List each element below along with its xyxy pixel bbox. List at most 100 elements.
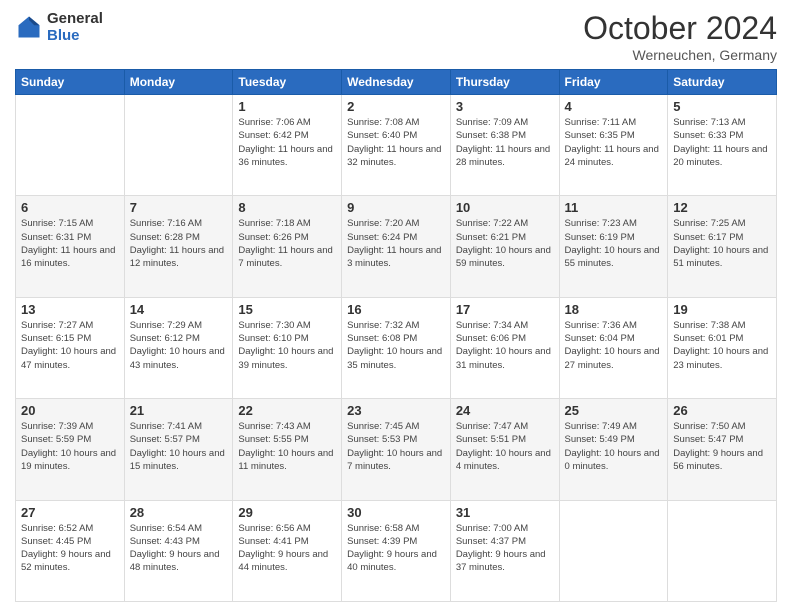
day-number-8: 8 [238, 200, 336, 215]
week-row-3: 20 Sunrise: 7:39 AM Sunset: 5:59 PM Dayli… [16, 399, 777, 500]
day-info-19: Sunrise: 7:38 AM Sunset: 6:01 PM Dayligh… [673, 319, 771, 372]
day-info-2: Sunrise: 7:08 AM Sunset: 6:40 PM Dayligh… [347, 116, 445, 169]
day-number-21: 21 [130, 403, 228, 418]
calendar-cell-w2d6: 19 Sunrise: 7:38 AM Sunset: 6:01 PM Dayli… [668, 297, 777, 398]
calendar-cell-w2d3: 16 Sunrise: 7:32 AM Sunset: 6:08 PM Dayli… [342, 297, 451, 398]
calendar-cell-w2d2: 15Sunrise: 7:30 AM Sunset: 6:10 PM Dayli… [233, 297, 342, 398]
week-row-2: 13 Sunrise: 7:27 AM Sunset: 6:15 PM Dayli… [16, 297, 777, 398]
calendar-cell-w3d0: 20 Sunrise: 7:39 AM Sunset: 5:59 PM Dayli… [16, 399, 125, 500]
calendar-cell-w0d3: 2 Sunrise: 7:08 AM Sunset: 6:40 PM Daylig… [342, 95, 451, 196]
header-wednesday: Wednesday [342, 70, 451, 95]
day-number-2: 2 [347, 99, 445, 114]
day-info-15: Sunrise: 7:30 AM Sunset: 6:10 PM Dayligh… [238, 319, 336, 372]
calendar-cell-w1d6: 12 Sunrise: 7:25 AM Sunset: 6:17 PM Dayli… [668, 196, 777, 297]
day-number-9: 9 [347, 200, 445, 215]
calendar-cell-w4d5 [559, 500, 668, 601]
calendar-cell-w1d0: 6 Sunrise: 7:15 AM Sunset: 6:31 PM Daylig… [16, 196, 125, 297]
day-number-27: 27 [21, 505, 119, 520]
day-info-6: Sunrise: 7:15 AM Sunset: 6:31 PM Dayligh… [21, 217, 119, 270]
day-number-12: 12 [673, 200, 771, 215]
day-info-30: Sunrise: 6:58 AM Sunset: 4:39 PM Dayligh… [347, 522, 445, 575]
day-info-3: Sunrise: 7:09 AM Sunset: 6:38 PM Dayligh… [456, 116, 554, 169]
day-number-23: 23 [347, 403, 445, 418]
day-number-22: 22 [238, 403, 336, 418]
day-number-16: 16 [347, 302, 445, 317]
day-info-23: Sunrise: 7:45 AM Sunset: 5:53 PM Dayligh… [347, 420, 445, 473]
day-number-11: 11 [565, 200, 663, 215]
week-row-1: 6 Sunrise: 7:15 AM Sunset: 6:31 PM Daylig… [16, 196, 777, 297]
month-title: October 2024 [583, 10, 777, 47]
day-info-4: Sunrise: 7:11 AM Sunset: 6:35 PM Dayligh… [565, 116, 663, 169]
day-info-12: Sunrise: 7:25 AM Sunset: 6:17 PM Dayligh… [673, 217, 771, 270]
day-info-1: Sunrise: 7:06 AM Sunset: 6:42 PM Dayligh… [238, 116, 336, 169]
calendar-cell-w0d1 [124, 95, 233, 196]
day-info-7: Sunrise: 7:16 AM Sunset: 6:28 PM Dayligh… [130, 217, 228, 270]
calendar-cell-w3d6: 26 Sunrise: 7:50 AM Sunset: 5:47 PM Dayli… [668, 399, 777, 500]
calendar-cell-w4d2: 29Sunrise: 6:56 AM Sunset: 4:41 PM Dayli… [233, 500, 342, 601]
day-number-6: 6 [21, 200, 119, 215]
header: General Blue October 2024 Werneuchen, Ge… [15, 10, 777, 63]
calendar-cell-w1d1: 7 Sunrise: 7:16 AM Sunset: 6:28 PM Daylig… [124, 196, 233, 297]
day-number-3: 3 [456, 99, 554, 114]
day-number-29: 29 [238, 505, 336, 520]
day-info-20: Sunrise: 7:39 AM Sunset: 5:59 PM Dayligh… [21, 420, 119, 473]
day-number-10: 10 [456, 200, 554, 215]
day-number-31: 31 [456, 505, 554, 520]
day-number-30: 30 [347, 505, 445, 520]
day-info-14: Sunrise: 7:29 AM Sunset: 6:12 PM Dayligh… [130, 319, 228, 372]
calendar-cell-w0d0 [16, 95, 125, 196]
calendar-cell-w4d4: 31 Sunrise: 7:00 AM Sunset: 4:37 PM Dayli… [450, 500, 559, 601]
day-info-8: Sunrise: 7:18 AM Sunset: 6:26 PM Dayligh… [238, 217, 336, 270]
calendar-cell-w2d4: 17 Sunrise: 7:34 AM Sunset: 6:06 PM Dayli… [450, 297, 559, 398]
calendar-cell-w2d1: 14 Sunrise: 7:29 AM Sunset: 6:12 PM Dayli… [124, 297, 233, 398]
calendar-cell-w2d0: 13 Sunrise: 7:27 AM Sunset: 6:15 PM Dayli… [16, 297, 125, 398]
day-info-22: Sunrise: 7:43 AM Sunset: 5:55 PM Dayligh… [238, 420, 336, 473]
day-info-5: Sunrise: 7:13 AM Sunset: 6:33 PM Dayligh… [673, 116, 771, 169]
day-number-18: 18 [565, 302, 663, 317]
calendar-cell-w1d4: 10 Sunrise: 7:22 AM Sunset: 6:21 PM Dayli… [450, 196, 559, 297]
day-number-17: 17 [456, 302, 554, 317]
day-number-24: 24 [456, 403, 554, 418]
day-info-17: Sunrise: 7:34 AM Sunset: 6:06 PM Dayligh… [456, 319, 554, 372]
calendar-table: Sunday Monday Tuesday Wednesday Thursday… [15, 69, 777, 602]
calendar-cell-w0d4: 3 Sunrise: 7:09 AM Sunset: 6:38 PM Daylig… [450, 95, 559, 196]
week-row-4: 27Sunrise: 6:52 AM Sunset: 4:45 PM Dayli… [16, 500, 777, 601]
day-number-5: 5 [673, 99, 771, 114]
header-saturday: Saturday [668, 70, 777, 95]
day-info-25: Sunrise: 7:49 AM Sunset: 5:49 PM Dayligh… [565, 420, 663, 473]
day-number-19: 19 [673, 302, 771, 317]
day-number-7: 7 [130, 200, 228, 215]
calendar-cell-w4d1: 28Sunrise: 6:54 AM Sunset: 4:43 PM Dayli… [124, 500, 233, 601]
calendar-cell-w0d5: 4Sunrise: 7:11 AM Sunset: 6:35 PM Daylig… [559, 95, 668, 196]
logo-text: General Blue [47, 10, 103, 44]
day-info-24: Sunrise: 7:47 AM Sunset: 5:51 PM Dayligh… [456, 420, 554, 473]
calendar-cell-w3d5: 25 Sunrise: 7:49 AM Sunset: 5:49 PM Dayli… [559, 399, 668, 500]
logo: General Blue [15, 10, 103, 44]
day-info-13: Sunrise: 7:27 AM Sunset: 6:15 PM Dayligh… [21, 319, 119, 372]
header-sunday: Sunday [16, 70, 125, 95]
calendar-cell-w4d0: 27Sunrise: 6:52 AM Sunset: 4:45 PM Dayli… [16, 500, 125, 601]
day-number-13: 13 [21, 302, 119, 317]
calendar-cell-w3d1: 21 Sunrise: 7:41 AM Sunset: 5:57 PM Dayli… [124, 399, 233, 500]
day-number-25: 25 [565, 403, 663, 418]
day-number-26: 26 [673, 403, 771, 418]
calendar-cell-w2d5: 18Sunrise: 7:36 AM Sunset: 6:04 PM Dayli… [559, 297, 668, 398]
day-number-20: 20 [21, 403, 119, 418]
calendar-cell-w4d6 [668, 500, 777, 601]
title-block: October 2024 Werneuchen, Germany [583, 10, 777, 63]
calendar-cell-w3d4: 24 Sunrise: 7:47 AM Sunset: 5:51 PM Dayli… [450, 399, 559, 500]
calendar-cell-w1d3: 9 Sunrise: 7:20 AM Sunset: 6:24 PM Daylig… [342, 196, 451, 297]
location-subtitle: Werneuchen, Germany [583, 47, 777, 63]
day-info-11: Sunrise: 7:23 AM Sunset: 6:19 PM Dayligh… [565, 217, 663, 270]
header-monday: Monday [124, 70, 233, 95]
header-friday: Friday [559, 70, 668, 95]
day-number-14: 14 [130, 302, 228, 317]
day-info-31: Sunrise: 7:00 AM Sunset: 4:37 PM Dayligh… [456, 522, 554, 575]
day-info-21: Sunrise: 7:41 AM Sunset: 5:57 PM Dayligh… [130, 420, 228, 473]
day-info-26: Sunrise: 7:50 AM Sunset: 5:47 PM Dayligh… [673, 420, 771, 473]
calendar-cell-w0d2: 1Sunrise: 7:06 AM Sunset: 6:42 PM Daylig… [233, 95, 342, 196]
day-info-10: Sunrise: 7:22 AM Sunset: 6:21 PM Dayligh… [456, 217, 554, 270]
day-info-16: Sunrise: 7:32 AM Sunset: 6:08 PM Dayligh… [347, 319, 445, 372]
day-info-9: Sunrise: 7:20 AM Sunset: 6:24 PM Dayligh… [347, 217, 445, 270]
calendar-cell-w3d2: 22 Sunrise: 7:43 AM Sunset: 5:55 PM Dayli… [233, 399, 342, 500]
